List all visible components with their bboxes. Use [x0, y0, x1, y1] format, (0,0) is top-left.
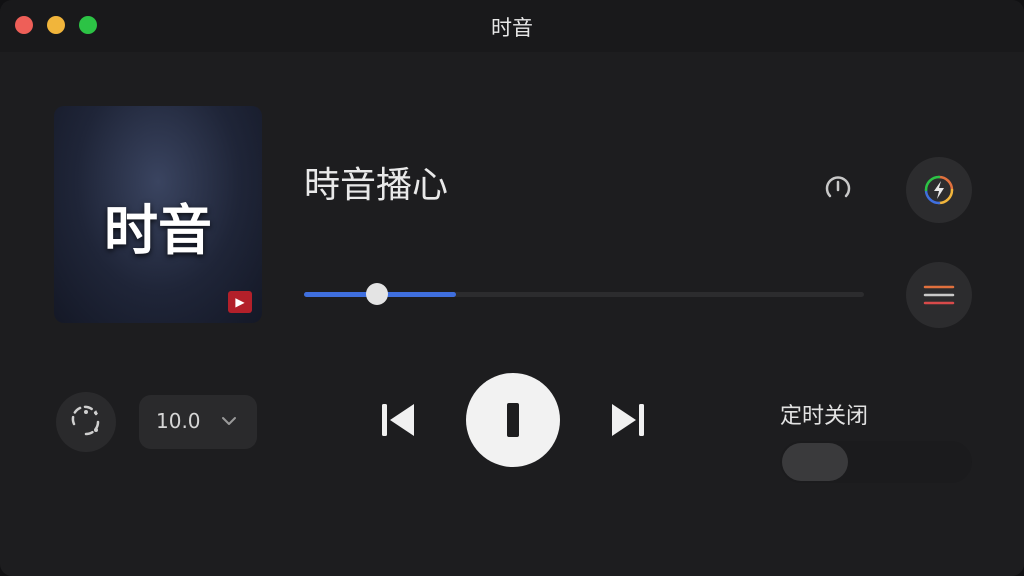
title-bar: 时音: [0, 0, 1024, 52]
pause-button[interactable]: [466, 373, 560, 467]
speed-dial-button[interactable]: [56, 392, 116, 452]
toggle-knob[interactable]: [782, 443, 848, 481]
song-title: 時音播心: [304, 165, 449, 206]
next-icon: [612, 404, 644, 436]
rate-select[interactable]: 10.0: [139, 395, 257, 449]
progress-thumb[interactable]: [365, 283, 388, 305]
next-button[interactable]: [610, 401, 646, 439]
playlist-button[interactable]: [906, 262, 972, 328]
album-cover-title: 时音: [104, 199, 212, 262]
rate-value: 10.0: [156, 409, 201, 433]
previous-button[interactable]: [380, 401, 416, 439]
pause-icon: [507, 403, 519, 437]
previous-icon: [382, 404, 414, 436]
window-title: 时音: [491, 16, 533, 40]
sleep-timer-toggle[interactable]: [780, 441, 972, 483]
effects-icon: [924, 175, 954, 205]
effects-button[interactable]: [906, 157, 972, 223]
player-window: 时音 时音 ▶ 時音播心 10.0 定时关闭: [0, 0, 1024, 576]
progress-bar[interactable]: [304, 283, 864, 305]
album-cover: 时音 ▶: [54, 106, 262, 323]
playlist-icon: [923, 285, 955, 305]
timer-icon[interactable]: [820, 170, 856, 206]
play-logo-icon: ▶: [228, 291, 252, 313]
speed-dial-icon: [71, 405, 100, 436]
chevron-down-icon: [222, 417, 236, 425]
sleep-timer-label: 定时关闭: [780, 404, 869, 429]
